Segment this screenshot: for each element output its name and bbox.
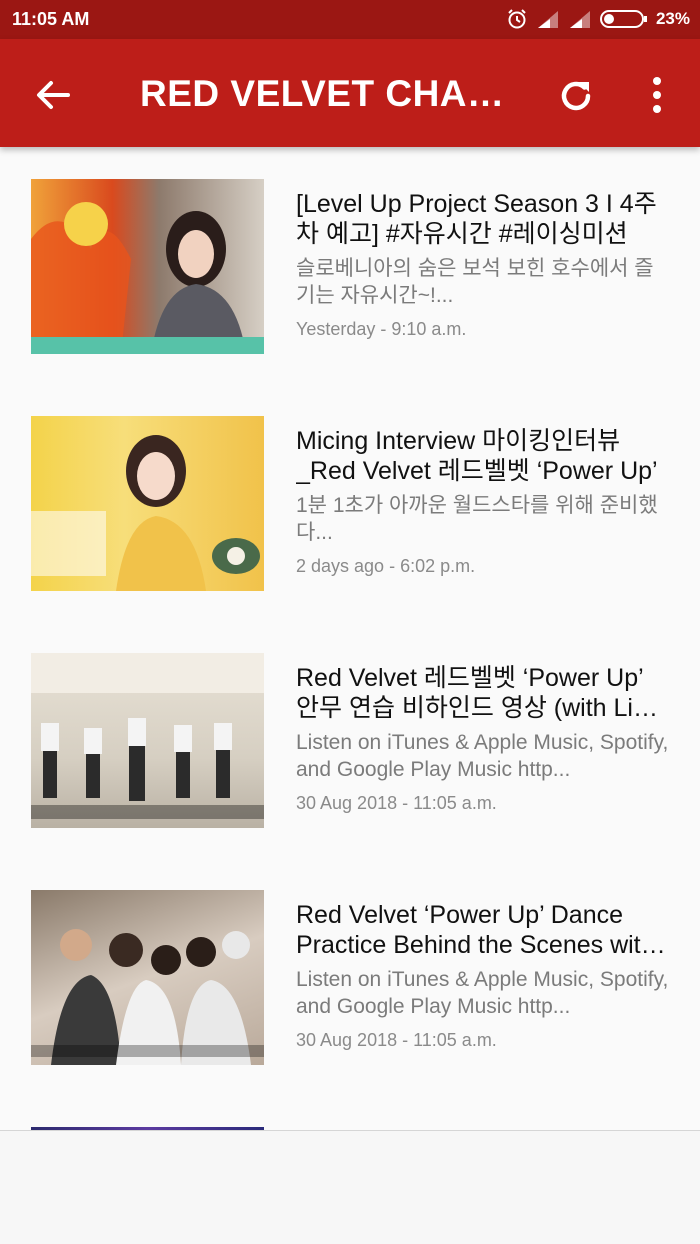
back-arrow-icon[interactable] <box>32 75 72 115</box>
video-title: Red Velvet ‘Power Up’ Dance Practice Beh… <box>296 901 655 959</box>
video-title: [Level Up Project Season 3 I 4주차 예고] #자유… <box>296 190 657 248</box>
video-date: 2 days ago - 6:02 p.m. <box>296 556 476 576</box>
app-bar: RED VELVET CHANNEL <box>0 39 700 147</box>
status-bar: 11:05 AM 23% <box>0 0 700 39</box>
video-description: 슬로베니아의 숨은 보석 보힌 호수에서 즐기는 자유시간~!... <box>296 257 654 307</box>
battery-percent: 23% <box>655 9 690 28</box>
video-date: 30 Aug 2018 - 11:05 a.m. <box>296 793 497 813</box>
battery-icon <box>599 10 647 28</box>
bottom-area <box>0 1131 700 1244</box>
video-list: [Level Up Project Season 3 I 4주차 예고] #자유… <box>0 147 700 1130</box>
thumbnail-image <box>31 202 264 354</box>
page-title: RED VELVET CHANNEL <box>140 73 505 114</box>
video-item[interactable]: [Level Up Project Season 3 I 4주차 예고] #자유… <box>0 147 700 354</box>
video-description: Listen on iTunes & Apple Music, Spotify,… <box>296 968 669 1018</box>
signal-icon <box>537 11 558 28</box>
more-vert-icon[interactable] <box>640 75 674 115</box>
video-thumbnail[interactable] <box>31 653 264 828</box>
video-item[interactable]: Micing Interview 마이킹인터뷰_Red Velvet 레드벨벳 … <box>0 384 700 591</box>
video-date: Yesterday - 9:10 a.m. <box>296 319 467 339</box>
status-time: 11:05 AM <box>12 9 90 29</box>
status-icons: 23% <box>506 8 690 30</box>
video-description: 1분 1초가 아까운 월드스타를 위해 준비했다... <box>296 494 658 544</box>
video-date: 30 Aug 2018 - 11:05 a.m. <box>296 1030 497 1050</box>
video-item[interactable]: Red Velvet 레드벨벳 ‘Power Up’ 안무 연습 비하인드 영상… <box>0 621 700 828</box>
thumbnail-image <box>31 929 264 1065</box>
refresh-icon[interactable] <box>554 74 598 118</box>
alarm-icon <box>508 9 526 29</box>
video-item[interactable]: Red Velvet ‘Power Up’ Dance Practice Beh… <box>0 858 700 1065</box>
video-item-partial[interactable] <box>0 1095 700 1130</box>
video-thumbnail[interactable] <box>31 416 264 591</box>
video-thumbnail[interactable] <box>31 179 264 354</box>
signal-icon <box>569 11 590 28</box>
thumbnail-image <box>31 653 264 819</box>
thumbnail-image <box>31 435 260 591</box>
video-title: Micing Interview 마이킹인터뷰_Red Velvet 레드벨벳 … <box>296 427 658 485</box>
video-thumbnail[interactable] <box>31 890 264 1065</box>
video-description: Listen on iTunes & Apple Music, Spotify,… <box>296 731 669 781</box>
video-title: Red Velvet 레드벨벳 ‘Power Up’ 안무 연습 비하인드 영상… <box>296 664 647 722</box>
